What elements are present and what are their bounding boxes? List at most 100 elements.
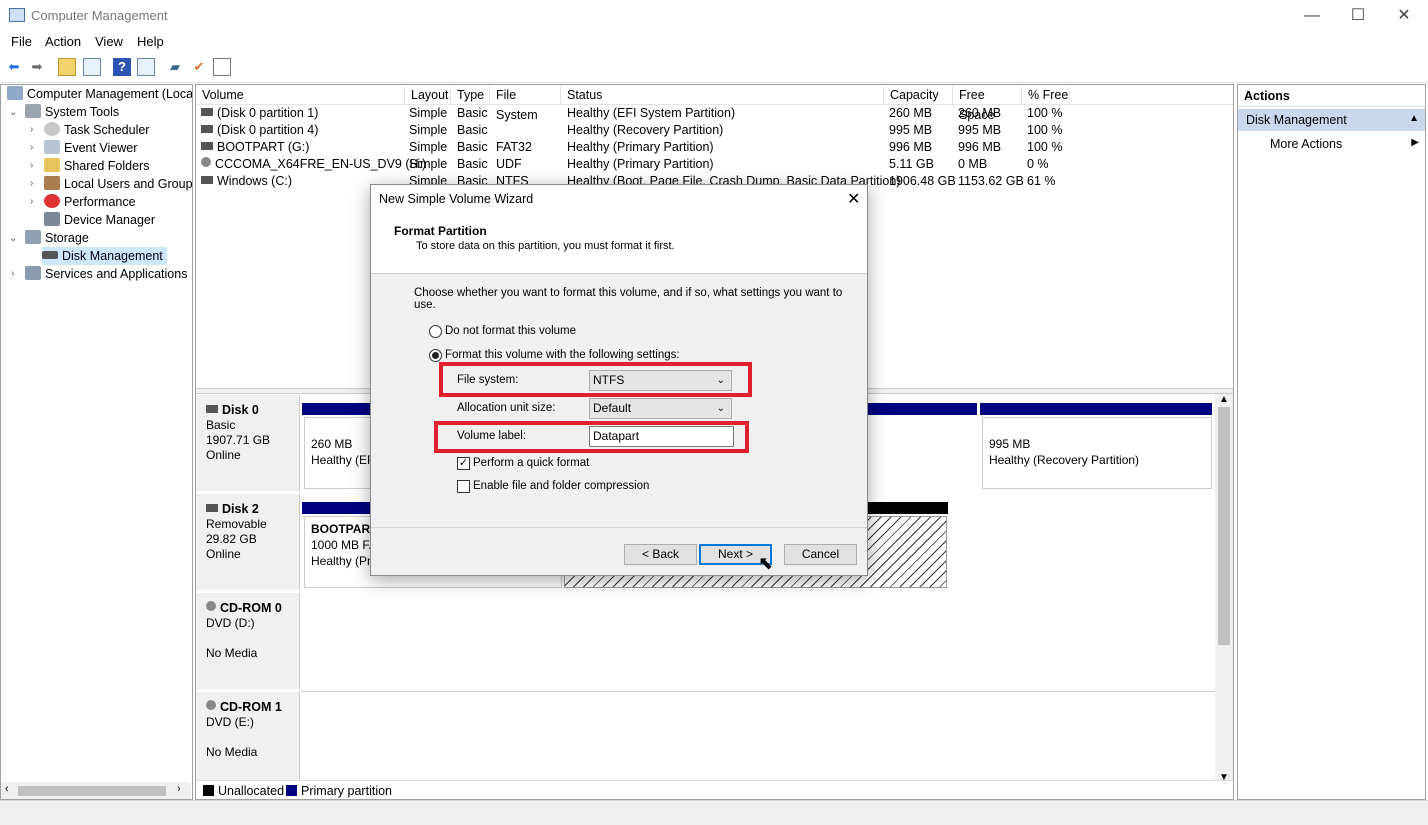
volume-free: 1153.62 GB: [958, 174, 1024, 188]
volume-row[interactable]: BOOTPART (G:) Simple Basic FAT32 Healthy…: [196, 139, 1233, 156]
scroll-right-icon[interactable]: ›: [177, 783, 181, 795]
collapse-up-icon[interactable]: ▲: [1409, 113, 1419, 124]
performance-icon: [44, 194, 60, 208]
tree-item-disk-management[interactable]: Disk Management: [42, 247, 167, 265]
col-type[interactable]: Type: [451, 85, 490, 105]
menu-file[interactable]: File: [11, 34, 32, 49]
col-volume[interactable]: Volume: [196, 85, 405, 105]
help-icon[interactable]: ?: [113, 58, 131, 76]
maximize-button[interactable]: ☐: [1335, 0, 1381, 31]
do-not-format-radio[interactable]: [429, 325, 442, 338]
menu-action[interactable]: Action: [45, 34, 81, 49]
disk-size: 1907.71 GB: [206, 433, 271, 447]
up-folder-icon[interactable]: [58, 58, 76, 76]
event-viewer-icon: [44, 140, 60, 154]
legend: Unallocated Primary partition: [196, 780, 1233, 799]
volume-fs: FAT32: [496, 140, 532, 154]
scroll-up-icon[interactable]: ▲: [1219, 394, 1229, 405]
volume-capacity: 995 MB: [889, 123, 933, 137]
tree-item-shared-folders[interactable]: Shared Folders: [44, 157, 149, 175]
compression-checkbox[interactable]: [457, 480, 470, 493]
volume-list-header: Volume Layout Type File System Status Ca…: [196, 85, 1233, 122]
chevron-right-icon[interactable]: ›: [11, 268, 14, 279]
volume-name: (Disk 0 partition 1): [217, 106, 319, 120]
disk0-partition-recovery[interactable]: 995 MB Healthy (Recovery Partition): [982, 417, 1212, 489]
clock-icon: [44, 122, 60, 136]
legend-primary: Primary partition: [301, 784, 392, 798]
tree-item-event-viewer[interactable]: Event Viewer: [44, 139, 137, 157]
more-actions-item[interactable]: More Actions ▶: [1238, 135, 1425, 155]
volume-label-input[interactable]: Datapart: [589, 426, 734, 447]
submenu-arrow-icon: ▶: [1411, 137, 1419, 148]
forward-icon[interactable]: ➡: [28, 58, 46, 76]
chevron-right-icon[interactable]: ›: [30, 178, 33, 189]
cdrom0-label[interactable]: CD-ROM 0 DVD (D:) No Media: [196, 593, 300, 689]
disk-scroll-thumb[interactable]: [1218, 407, 1230, 645]
actions-disk-management[interactable]: Disk Management ▲: [1238, 109, 1425, 131]
quick-format-label: Perform a quick format: [473, 457, 590, 469]
show-hide-tree-icon[interactable]: [83, 58, 101, 76]
unallocated-swatch: [203, 785, 214, 796]
tree-item-local-users[interactable]: Local Users and Groups: [44, 175, 192, 193]
menu-help[interactable]: Help: [137, 34, 164, 49]
services-icon: [25, 266, 41, 280]
chevron-right-icon[interactable]: ›: [30, 160, 33, 171]
volume-row[interactable]: CCCOMA_X64FRE_EN-US_DV9 (H:) Simple Basi…: [196, 156, 1233, 173]
checklist-icon[interactable]: ✔: [190, 58, 208, 76]
quick-format-checkbox[interactable]: ✓: [457, 457, 470, 470]
allocation-unit-select[interactable]: Default ⌄: [589, 398, 732, 419]
shared-folder-icon: [44, 158, 60, 172]
connect-icon[interactable]: ▰: [166, 58, 184, 76]
drive-icon: [201, 176, 213, 184]
back-button[interactable]: < Back: [624, 544, 697, 565]
tree-item-computer-management[interactable]: Computer Management (Local: [7, 85, 192, 103]
tree-item-task-scheduler[interactable]: Task Scheduler: [44, 121, 149, 139]
tree-item-device-manager[interactable]: Device Manager: [44, 211, 155, 229]
disk0-label[interactable]: Disk 0 Basic 1907.71 GB Online: [196, 395, 300, 491]
chevron-right-icon[interactable]: ›: [30, 142, 33, 153]
volume-status: Healthy (Primary Partition): [567, 140, 714, 154]
volume-row[interactable]: (Disk 0 partition 4) Simple Basic Health…: [196, 122, 1233, 139]
properties-icon[interactable]: [137, 58, 155, 76]
wizard-heading: Format Partition: [394, 224, 487, 238]
dvd-icon: [201, 157, 211, 167]
disk-type: DVD (D:): [206, 616, 255, 630]
chevron-right-icon[interactable]: ›: [30, 196, 33, 207]
disk2-label[interactable]: Disk 2 Removable 29.82 GB Online: [196, 494, 300, 590]
status-bar: [0, 800, 1428, 825]
tree-item-system-tools[interactable]: System Tools: [25, 103, 119, 121]
volume-label-label: Volume label:: [457, 430, 527, 442]
disk-name: Disk 2: [222, 502, 259, 516]
volume-pct-free: 0 %: [1027, 157, 1049, 171]
tree-item-services-applications[interactable]: Services and Applications: [25, 265, 187, 283]
back-icon[interactable]: ⬅: [5, 58, 23, 76]
disk0-partition-efi[interactable]: 260 MB Healthy (EFI: [304, 417, 375, 489]
file-system-select[interactable]: NTFS ⌄: [589, 370, 732, 391]
list-view-icon[interactable]: [213, 58, 231, 76]
volume-status: Healthy (EFI System Partition): [567, 106, 736, 120]
volume-row[interactable]: (Disk 0 partition 1) Simple Basic Health…: [196, 105, 1233, 122]
col-status[interactable]: Status: [561, 85, 884, 105]
cancel-button[interactable]: Cancel: [784, 544, 857, 565]
menu-view[interactable]: View: [95, 34, 123, 49]
minimize-button[interactable]: —: [1289, 0, 1335, 31]
chevron-down-icon[interactable]: ⌄: [9, 233, 17, 244]
volume-free: 0 MB: [958, 157, 988, 171]
partition-size: 995 MB: [989, 437, 1031, 451]
cdrom1-label[interactable]: CD-ROM 1 DVD (E:) No Media: [196, 692, 300, 780]
tree-item-performance[interactable]: Performance: [44, 193, 136, 211]
col-capacity[interactable]: Capacity: [884, 85, 953, 105]
scroll-left-icon[interactable]: ‹: [5, 783, 9, 795]
col-file-system[interactable]: File System: [490, 85, 561, 122]
chevron-right-icon[interactable]: ›: [30, 124, 33, 135]
close-button[interactable]: ✕: [1381, 0, 1427, 31]
chevron-down-icon[interactable]: ⌄: [9, 107, 17, 118]
col-percent-free[interactable]: % Free: [1022, 85, 1070, 105]
dialog-close-icon[interactable]: ✕: [847, 189, 860, 209]
col-free-space[interactable]: Free Space: [953, 85, 1022, 122]
format-volume-radio[interactable]: [429, 349, 442, 362]
col-layout[interactable]: Layout: [405, 85, 451, 105]
tree-scroll-thumb[interactable]: [18, 786, 166, 796]
tree-item-storage[interactable]: Storage: [25, 229, 89, 247]
disk-name: CD-ROM 0: [220, 601, 282, 615]
